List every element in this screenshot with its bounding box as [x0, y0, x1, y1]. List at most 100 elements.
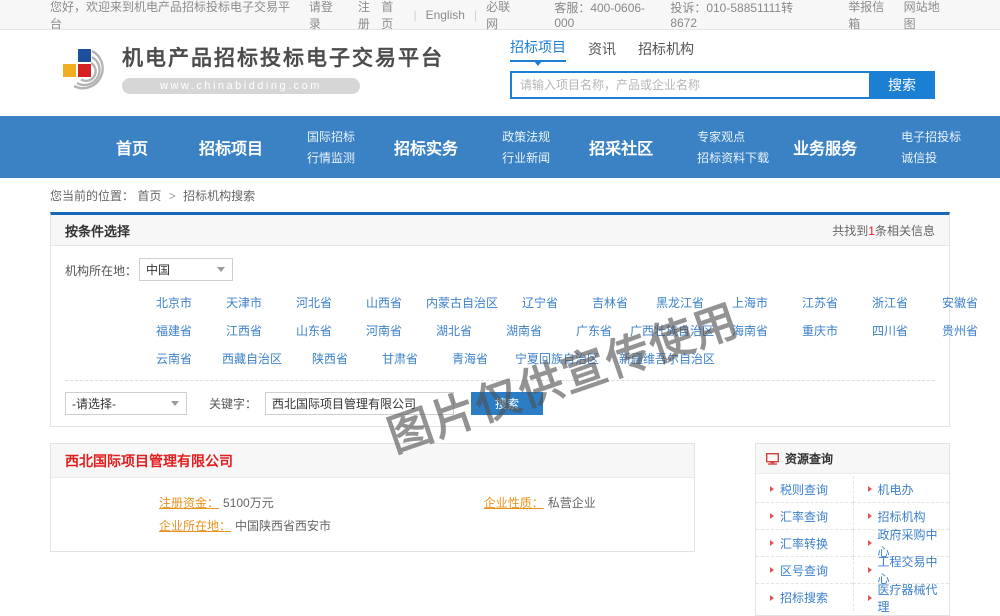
province-link-guangxi[interactable]: 广西壮族自治区: [629, 322, 715, 339]
site-logo[interactable]: 机电产品招标投标电子交易平台 www.chinabidding.com: [60, 42, 444, 94]
sidebar-link-item[interactable]: 汇率查询: [756, 503, 853, 530]
company-name-link[interactable]: 西北国际项目管理有限公司: [65, 451, 233, 471]
registered-capital-label: 注册资金：: [159, 494, 219, 511]
topbar-bilian-link[interactable]: 必联网: [486, 0, 521, 32]
nav-item-expert-views[interactable]: 专家观点: [697, 131, 769, 143]
topbar-english-link[interactable]: English: [426, 8, 465, 22]
province-link-shanxi[interactable]: 山西省: [349, 294, 419, 311]
province-link-jiangsu[interactable]: 江苏省: [785, 294, 855, 311]
filter-search-button[interactable]: 搜索: [471, 392, 543, 415]
province-link-yunnan[interactable]: 云南省: [139, 350, 209, 367]
nav-item-industry-news[interactable]: 行业新闻: [502, 152, 550, 164]
sidebar-link-area-code-query[interactable]: 区号查询: [780, 562, 828, 579]
nav-item-credit-bidding[interactable]: 诚信投: [901, 152, 961, 164]
nav-item-bidding-downloads[interactable]: 招标资料下载: [697, 152, 769, 164]
province-link-gansu[interactable]: 甘肃省: [365, 350, 435, 367]
breadcrumb-home-link[interactable]: 首页: [137, 189, 161, 203]
keyword-input[interactable]: [265, 392, 454, 415]
province-link-hainan[interactable]: 海南省: [715, 322, 785, 339]
chevron-down-icon: [171, 401, 179, 406]
sidebar-link-jidianban[interactable]: 机电办: [878, 481, 914, 498]
sitemap-link[interactable]: 网站地图: [904, 0, 950, 32]
province-link-xizang[interactable]: 西藏自治区: [209, 350, 295, 367]
province-link-zhejiang[interactable]: 浙江省: [855, 294, 925, 311]
sidebar-link-bidding-search[interactable]: 招标搜索: [780, 589, 828, 606]
region-row: 机构所在地： 中国: [65, 258, 935, 281]
results-column: 西北国际项目管理有限公司 注册资金： 5100万元 企业性质： 私营企业 企业所…: [50, 443, 695, 616]
province-link-neimenggu[interactable]: 内蒙古自治区: [419, 294, 505, 311]
province-link-guizhou[interactable]: 贵州省: [925, 322, 995, 339]
sidebar-link-item[interactable]: 区号查询: [756, 557, 853, 584]
province-link-shaanxi[interactable]: 陕西省: [295, 350, 365, 367]
header-search-button[interactable]: 搜索: [869, 71, 935, 99]
province-link-jiangxi[interactable]: 江西省: [209, 322, 279, 339]
province-link-hebei[interactable]: 河北省: [279, 294, 349, 311]
header-search-input[interactable]: [510, 71, 869, 99]
sidebar-link-bidding-agencies[interactable]: 招标机构: [878, 508, 926, 525]
sidebar-link-medical-device-agent[interactable]: 医疗器械代理: [878, 581, 950, 615]
header-search-box: 招标项目 资讯 招标机构 搜索: [510, 38, 935, 99]
province-link-hubei[interactable]: 湖北省: [419, 322, 489, 339]
filter-panel: 按条件选择 共找到1条相关信息 机构所在地： 中国 北京市 天津市 河北省: [50, 212, 950, 427]
nav-item-practice[interactable]: 招标实务: [394, 135, 458, 159]
province-row-1: 北京市 天津市 河北省 山西省 内蒙古自治区 辽宁省 吉林省 黑龙江省 上海市 …: [139, 288, 935, 316]
company-field-row-2: 企业所在地： 中国陕西省西安市: [51, 514, 694, 537]
report-mailbox-link[interactable]: 举报信箱: [848, 0, 894, 32]
province-link-heilongjiang[interactable]: 黑龙江省: [645, 294, 715, 311]
search-tab-news[interactable]: 资讯: [588, 39, 616, 62]
region-select[interactable]: 中国: [139, 258, 233, 281]
nav-item-projects[interactable]: 招标项目: [199, 135, 263, 159]
sidebar-link-item[interactable]: 招标搜索: [756, 584, 853, 611]
search-tab-projects[interactable]: 招标项目: [510, 37, 566, 62]
sidebar-link-item[interactable]: 汇率转换: [756, 530, 853, 557]
topbar-left-group: 您好，欢迎来到机电产品招标投标电子交易平台 请登录 注册: [50, 0, 381, 32]
nav-group-international: 国际招标 行情监测: [307, 131, 355, 164]
nav-item-business-services[interactable]: 业务服务: [793, 135, 857, 159]
sidebar-link-item[interactable]: 税则查询: [756, 476, 853, 503]
province-link-fujian[interactable]: 福建省: [139, 322, 209, 339]
topbar-home-link[interactable]: 首页: [381, 0, 404, 32]
nav-item-international-bidding[interactable]: 国际招标: [307, 131, 355, 143]
sidebar-link-exchange-rate-query[interactable]: 汇率查询: [780, 508, 828, 525]
arrow-bullet-icon: [770, 595, 774, 601]
sidebar-link-item[interactable]: 机电办: [853, 476, 950, 503]
province-link-sichuan[interactable]: 四川省: [855, 322, 925, 339]
nav-group-experts: 专家观点 招标资料下载: [697, 131, 769, 164]
result-count-suffix: 条相关信息: [875, 224, 935, 238]
province-link-anhui[interactable]: 安徽省: [925, 294, 995, 311]
province-link-chongqing[interactable]: 重庆市: [785, 322, 855, 339]
sidebar-link-item[interactable]: 医疗器械代理: [853, 584, 950, 611]
province-link-tianjin[interactable]: 天津市: [209, 294, 279, 311]
nav-item-market-monitor[interactable]: 行情监测: [307, 152, 355, 164]
sidebar-link-tariff-query[interactable]: 税则查询: [780, 481, 828, 498]
province-link-qinghai[interactable]: 青海省: [435, 350, 505, 367]
category-select[interactable]: -请选择-: [65, 392, 187, 415]
sidebar-link-exchange-rate-convert[interactable]: 汇率转换: [780, 535, 828, 552]
arrow-bullet-icon: [770, 567, 774, 573]
province-link-ningxia[interactable]: 宁夏回族自治区: [505, 350, 609, 367]
province-link-shandong[interactable]: 山东省: [279, 322, 349, 339]
nav-item-home[interactable]: 首页: [116, 135, 148, 159]
province-link-shanghai[interactable]: 上海市: [715, 294, 785, 311]
registered-capital-value: 5100万元: [223, 494, 274, 511]
province-link-liaoning[interactable]: 辽宁省: [505, 294, 575, 311]
site-header-inner: 机电产品招标投标电子交易平台 www.chinabidding.com 招标项目…: [50, 30, 950, 116]
province-link-jilin[interactable]: 吉林省: [575, 294, 645, 311]
login-link[interactable]: 请登录: [309, 0, 344, 32]
welcome-greeting: 您好，欢迎来到机电产品招标投标电子交易平台: [50, 0, 295, 32]
nav-item-policy-regulations[interactable]: 政策法规: [502, 131, 550, 143]
province-link-hunan[interactable]: 湖南省: [489, 322, 559, 339]
search-tab-agencies[interactable]: 招标机构: [638, 39, 694, 62]
company-location-value: 中国陕西省西安市: [235, 517, 331, 534]
company-result-card: 西北国际项目管理有限公司 注册资金： 5100万元 企业性质： 私营企业 企业所…: [50, 443, 695, 552]
province-link-guangdong[interactable]: 广东省: [559, 322, 629, 339]
nav-item-e-bidding[interactable]: 电子招投标: [901, 131, 961, 143]
province-link-xinjiang[interactable]: 新疆维吾尔自治区: [609, 350, 725, 367]
page-root: 您好，欢迎来到机电产品招标投标电子交易平台 请登录 注册 首页 | Englis…: [0, 0, 1000, 599]
filter-panel-body: 机构所在地： 中国 北京市 天津市 河北省 山西省 内蒙古自治区 辽宁省 吉林: [51, 246, 949, 426]
province-link-henan[interactable]: 河南省: [349, 322, 419, 339]
register-link[interactable]: 注册: [358, 0, 381, 32]
province-link-beijing[interactable]: 北京市: [139, 294, 209, 311]
nav-item-community[interactable]: 招采社区: [589, 135, 653, 159]
company-field-row-1: 注册资金： 5100万元 企业性质： 私营企业: [51, 491, 694, 514]
